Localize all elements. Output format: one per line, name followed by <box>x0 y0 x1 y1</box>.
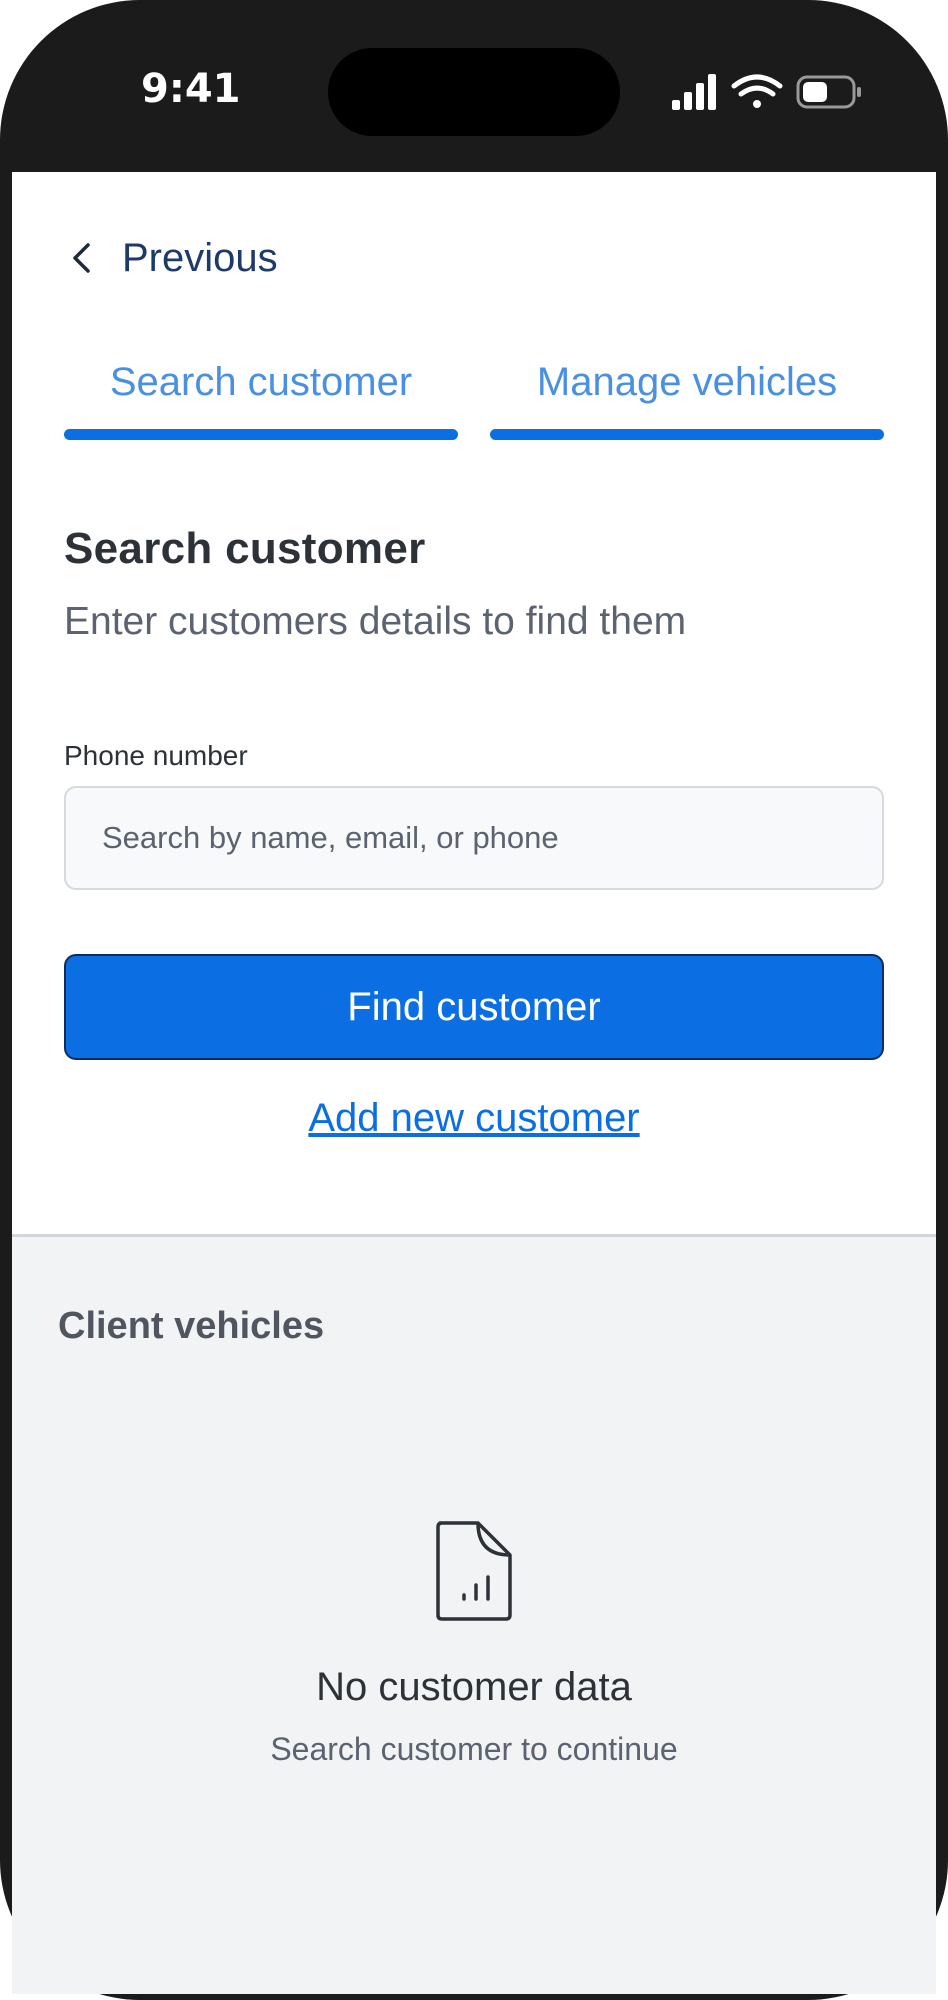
customer-search-input[interactable] <box>64 786 884 890</box>
tab-label: Search customer <box>109 360 413 404</box>
wifi-icon <box>731 74 783 108</box>
client-vehicles-panel: Client vehicles No customer data Search … <box>12 1234 936 1994</box>
tab-indicator <box>64 429 458 440</box>
empty-state-title: No customer data <box>316 1665 632 1709</box>
status-time: 9:41 <box>141 66 241 112</box>
empty-state-subtitle: Search customer to continue <box>270 1731 678 1767</box>
phone-number-label: Phone number <box>64 740 248 771</box>
back-label: Previous <box>122 235 278 280</box>
section-title: Search customer <box>64 524 426 573</box>
section-subtitle: Enter customers details to find them <box>64 600 687 643</box>
dynamic-island <box>328 48 620 136</box>
add-new-customer-link[interactable]: Add new customer <box>0 1096 948 1141</box>
back-button[interactable]: Previous <box>62 230 278 286</box>
tab-indicator <box>490 429 884 440</box>
chevron-left-icon <box>73 243 90 273</box>
signal-icon <box>672 74 716 110</box>
client-vehicles-title: Client vehicles <box>58 1305 325 1347</box>
status-icons <box>672 74 861 110</box>
battery-icon <box>796 75 861 109</box>
tab-manage-vehicles[interactable]: Manage vehicles <box>490 350 884 440</box>
find-customer-button[interactable]: Find customer <box>64 954 884 1060</box>
tab-label: Manage vehicles <box>536 360 838 404</box>
tab-search-customer[interactable]: Search customer <box>64 350 458 440</box>
document-chart-icon <box>436 1521 512 1621</box>
